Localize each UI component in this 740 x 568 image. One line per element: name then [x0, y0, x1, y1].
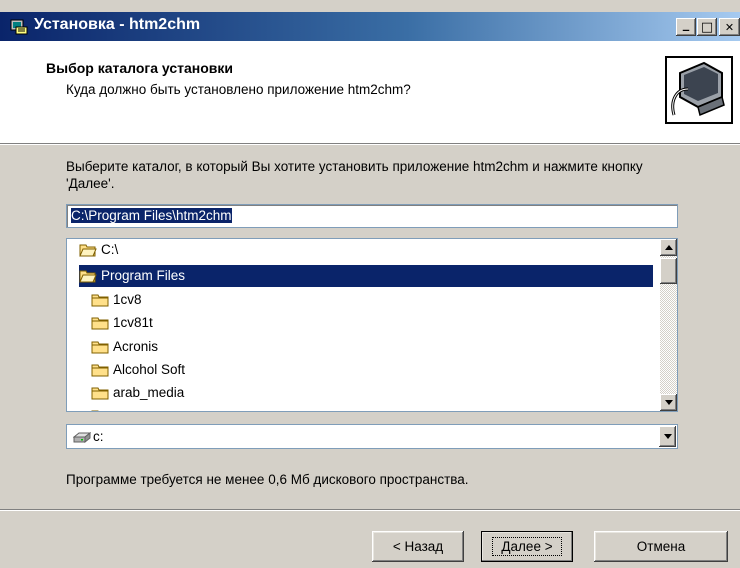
- tree-item-label: 1cv81t: [113, 315, 153, 330]
- tree-item[interactable]: Alcohol Soft: [91, 359, 185, 381]
- install-path-value: C:\Program Files\htm2chm: [71, 208, 232, 223]
- folder-icon: [91, 317, 109, 330]
- computer-install-icon: [660, 49, 738, 129]
- tree-item[interactable]: C:\: [79, 239, 118, 261]
- tree-item-label: Program Files: [101, 268, 186, 283]
- open-folder-icon: [79, 244, 97, 257]
- tree-item-label: 1cv8: [113, 292, 142, 307]
- close-icon: ✕: [724, 20, 735, 34]
- install-path-field[interactable]: C:\Program Files\htm2chm: [66, 204, 678, 228]
- folder-icon: [91, 387, 109, 400]
- chevron-down-icon: [663, 434, 672, 439]
- maximize-icon: □: [700, 19, 714, 35]
- open-folder-icon: [79, 270, 97, 283]
- drive-icon: [73, 431, 91, 443]
- title-bar[interactable]: Установка - htm2chm _ □ ✕: [0, 12, 740, 41]
- folder-tree[interactable]: C:\ Program Files 1cv8 1cv81t Acronis Al…: [66, 238, 678, 412]
- arrow-down-icon: [664, 400, 673, 405]
- tree-item-label: Acronis: [113, 339, 159, 354]
- tree-item-partial: [91, 405, 113, 411]
- disk-space-text: Программе требуется не менее 0,6 Мб диск…: [66, 472, 469, 487]
- close-button[interactable]: ✕: [719, 18, 740, 36]
- tree-item[interactable]: 1cv81t: [91, 312, 153, 334]
- window-title: Установка - htm2chm: [34, 16, 201, 33]
- cancel-button[interactable]: Отмена: [594, 531, 728, 562]
- folder-icon: [91, 410, 99, 411]
- drive-dropdown-button[interactable]: [659, 426, 676, 447]
- arrow-up-icon: [664, 245, 673, 250]
- folder-icon: [91, 341, 109, 354]
- page-title: Выбор каталога установки: [46, 60, 234, 76]
- tree-item[interactable]: arab_media: [91, 382, 184, 404]
- back-button[interactable]: < Назад: [372, 531, 464, 562]
- tree-item[interactable]: Acronis: [91, 336, 158, 358]
- next-button[interactable]: Далее >: [481, 531, 573, 562]
- installer-window: Установка - htm2chm _ □ ✕ Выбор каталога…: [0, 0, 740, 568]
- footer-divider-highlight: [0, 510, 740, 511]
- minimize-icon: _: [682, 16, 690, 32]
- maximize-button[interactable]: □: [697, 18, 717, 36]
- tree-item-selected[interactable]: Program Files: [79, 265, 653, 287]
- page-subtitle: Куда должно быть установлено приложение …: [66, 82, 411, 97]
- wizard-header: Выбор каталога установки Куда должно быт…: [0, 41, 740, 145]
- cancel-button-label: Отмена: [636, 539, 686, 554]
- folder-icon: [91, 294, 109, 307]
- scroll-up-button[interactable]: [660, 239, 677, 256]
- setup-icon: [10, 19, 28, 35]
- back-button-label: < Назад: [392, 539, 444, 554]
- tree-item-label: arab_media: [113, 385, 185, 400]
- drive-select[interactable]: c:: [66, 424, 678, 449]
- tree-item[interactable]: 1cv8: [91, 289, 142, 311]
- vertical-scrollbar[interactable]: [660, 239, 677, 411]
- next-button-label: Далее >: [492, 537, 562, 556]
- tree-item-label: C:\: [101, 242, 119, 257]
- minimize-button[interactable]: _: [676, 18, 696, 36]
- scroll-thumb[interactable]: [660, 258, 677, 284]
- drive-value: c:: [93, 429, 104, 444]
- tree-item-label: Alcohol Soft: [113, 362, 186, 377]
- scroll-down-button[interactable]: [660, 394, 677, 411]
- instruction-text: Выберите каталог, в который Вы хотите ус…: [66, 159, 643, 191]
- folder-icon: [91, 364, 109, 377]
